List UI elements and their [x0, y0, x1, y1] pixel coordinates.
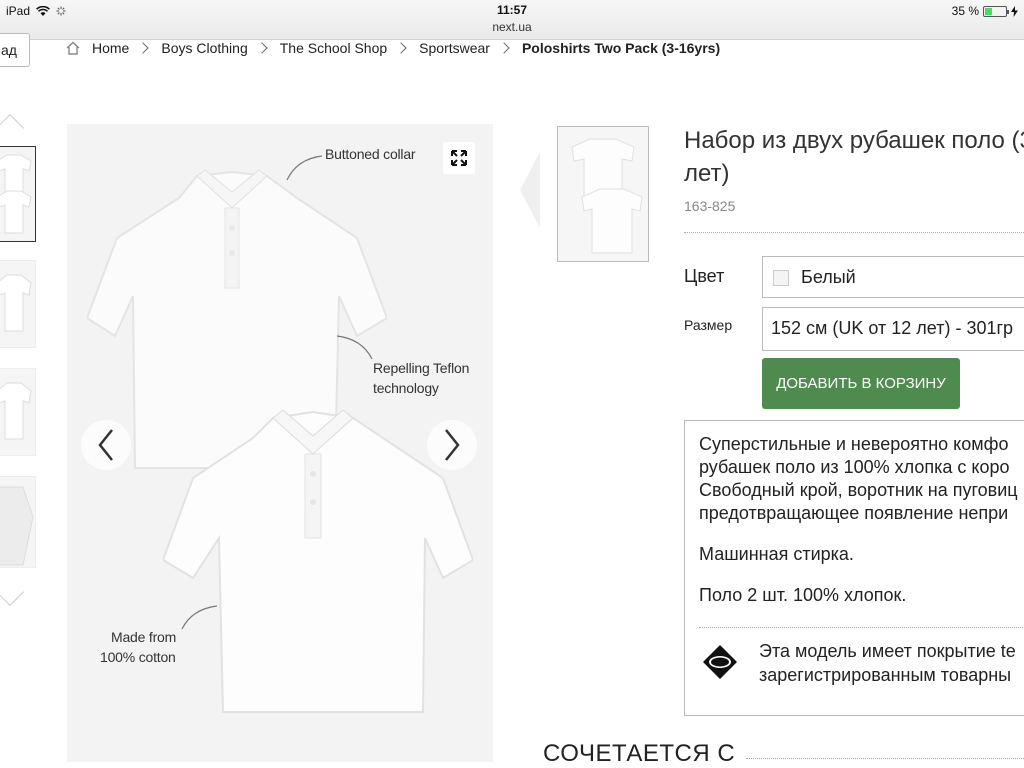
teflon-logo-icon: [703, 645, 737, 679]
ios-status-bar: iPad 11:57 next.ua 35 %: [0, 0, 1024, 40]
composition: Поло 2 шт. 100% хлопок.: [699, 585, 907, 605]
product-title-line1: Набор из двух рубашек поло (3: [684, 127, 1024, 154]
clock: 11:57: [496, 3, 528, 17]
description-line: Свободный крой, воротник на пуговиц: [699, 480, 1018, 500]
description-text: Суперстильные и невероятно комфо рубашек…: [699, 433, 1024, 625]
breadcrumb: Home Boys Clothing The School Shop Sport…: [66, 38, 720, 58]
description-line: Суперстильные и невероятно комфо: [699, 434, 1009, 454]
battery-fill: [985, 7, 992, 15]
thumbnail-image: [0, 382, 32, 440]
color-swatch: [773, 270, 789, 286]
description-line: предотвращающее появление непри: [699, 503, 1009, 523]
thumbnails-down-arrow[interactable]: [0, 577, 25, 607]
thumbnail-2[interactable]: [0, 260, 36, 348]
chevron-right-icon: [137, 42, 150, 54]
label-teflon-line1: Repelling Teflon: [373, 360, 470, 376]
color-label: Цвет: [684, 266, 725, 286]
battery-icon: [983, 5, 1009, 17]
breadcrumb-sportswear[interactable]: Sportswear: [419, 40, 490, 56]
teflon-note: Эта модель имеет покрытие te зарегистрир…: [759, 639, 1024, 687]
product-description-box: Суперстильные и невероятно комфо рубашек…: [684, 420, 1024, 716]
chevron-right-icon: [445, 429, 460, 461]
add-to-cart-button[interactable]: ДОБАВИТЬ В КОРЗИНУ: [762, 358, 960, 409]
product-sku: 163-825: [684, 198, 736, 214]
teflon-note-line2: зарегистрированным товарны: [759, 665, 1012, 685]
breadcrumb-home[interactable]: Home: [92, 40, 129, 56]
color-select-value: Белый: [801, 267, 856, 287]
size-select-value: 152 см (UK от 12 лет) - 301гр: [771, 318, 1014, 338]
charging-bolt-icon: [1011, 5, 1018, 17]
thumbnail-image: [571, 138, 643, 254]
thumbnail-3[interactable]: [0, 368, 36, 456]
washing-instructions: Машинная стирка.: [699, 544, 854, 564]
description-paragraph: Суперстильные и невероятно комфо рубашек…: [699, 433, 1024, 525]
alt-thumbs-left-arrow[interactable]: [518, 150, 544, 230]
expand-arrows-icon: [451, 150, 467, 166]
breadcrumb-current: Poloshirts Two Pack (3-16yrs): [521, 40, 721, 56]
main-product-image: Buttoned collar Repelling Teflon technol…: [67, 124, 493, 762]
address-url[interactable]: next.ua: [0, 20, 1024, 34]
next-image-button[interactable]: [427, 420, 477, 470]
label-cotton-line1: Made from: [111, 629, 177, 645]
chevron-right-icon: [256, 42, 268, 54]
breadcrumb-school-shop[interactable]: The School Shop: [280, 40, 387, 56]
size-label: Размер: [684, 317, 733, 333]
chevron-right-icon: [395, 42, 407, 54]
back-button[interactable]: ад: [0, 33, 30, 67]
color-select[interactable]: Белый: [762, 256, 1024, 298]
status-right: 35 %: [952, 4, 1018, 18]
product-title: Набор из двух рубашек поло (3 лет): [684, 124, 1024, 190]
divider: [699, 627, 1024, 628]
alternate-view-thumbnail[interactable]: [557, 126, 649, 262]
home-icon[interactable]: [66, 41, 80, 55]
matches-with-heading: СОЧЕТАЕТСЯ С: [543, 740, 736, 767]
chevron-left-icon: [98, 429, 113, 461]
size-select[interactable]: 152 см (UK от 12 лет) - 301гр: [762, 307, 1024, 351]
label-cotton-line2: 100% cotton: [100, 649, 176, 665]
battery-percent: 35 %: [951, 4, 979, 18]
label-teflon-line2: technology: [373, 380, 439, 396]
thumbnail-1[interactable]: [0, 146, 36, 242]
thumbnail-4[interactable]: [0, 476, 36, 568]
previous-image-button[interactable]: [81, 420, 131, 470]
breadcrumb-boys-clothing[interactable]: Boys Clothing: [161, 40, 247, 56]
divider: [746, 758, 1024, 759]
divider: [684, 232, 1024, 233]
thumbnails-up-arrow[interactable]: [0, 113, 25, 143]
thumbnail-image: [0, 154, 32, 234]
teflon-note-line1: Эта модель имеет покрытие te: [759, 641, 1016, 661]
description-line: рубашек поло из 100% хлопка с коро: [699, 457, 1010, 477]
fullscreen-expand-button[interactable]: [443, 142, 475, 174]
chevron-right-icon: [498, 42, 510, 54]
product-title-line2: лет): [684, 160, 730, 187]
thumbnail-image: [0, 486, 34, 566]
label-buttoned-collar: Buttoned collar: [325, 146, 416, 162]
thumbnail-image: [0, 274, 32, 332]
